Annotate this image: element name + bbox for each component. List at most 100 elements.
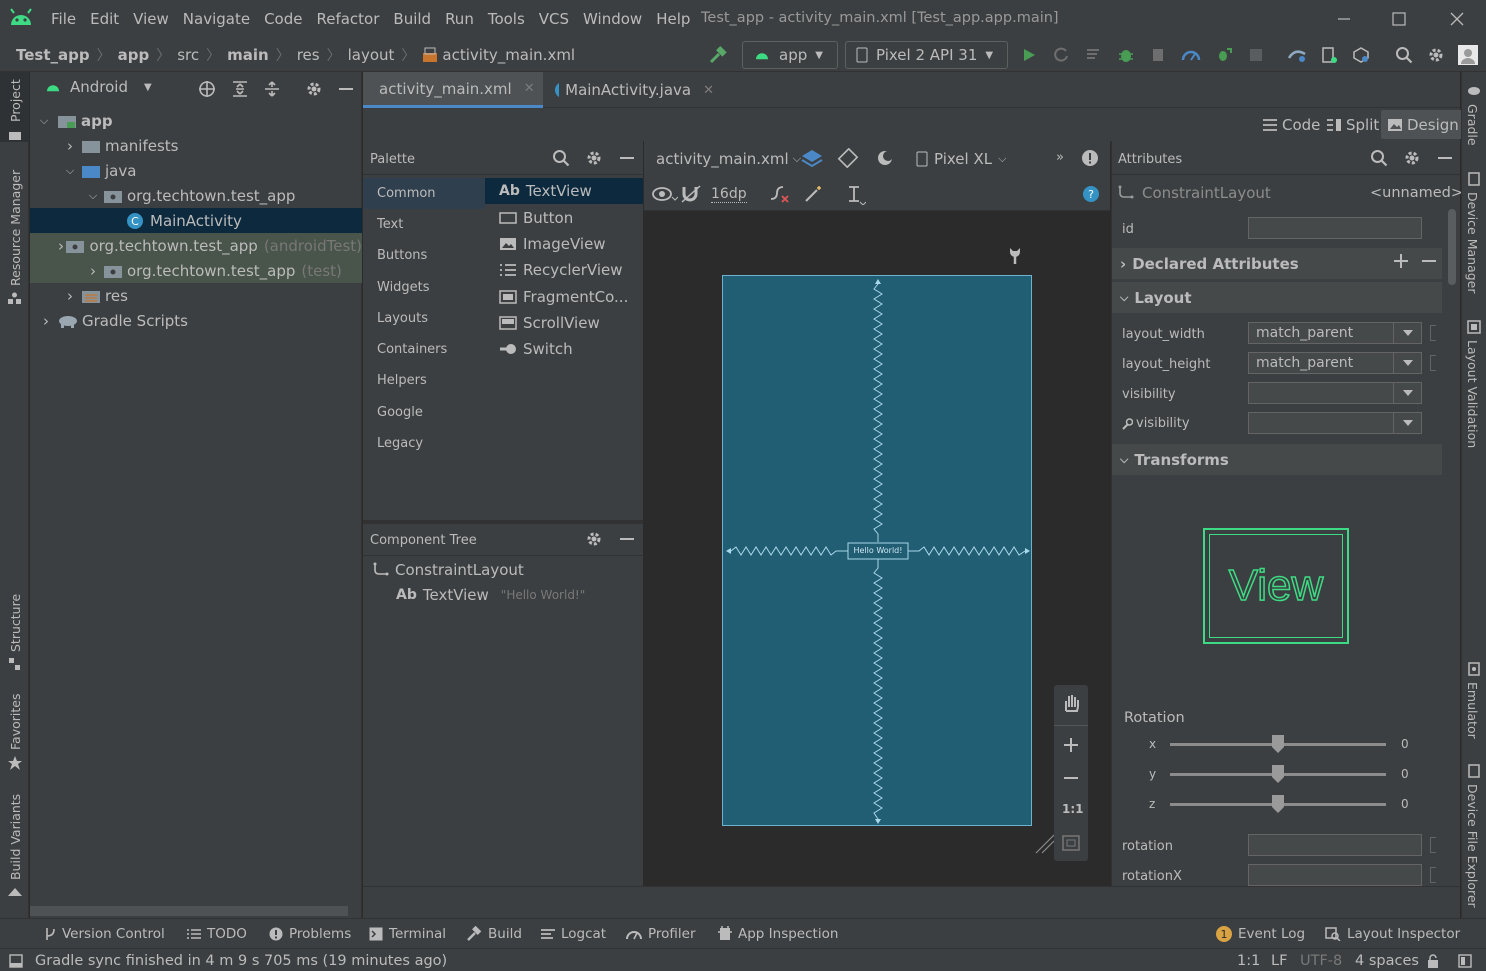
resource-picker-button[interactable] [1430,355,1436,371]
more-actions-icon[interactable]: » [1056,150,1064,165]
preview-device-select[interactable]: Pixel XL ⌵ [916,150,1006,168]
palette-category-helpers[interactable]: Helpers [363,365,485,396]
toggle-tool-windows-icon[interactable] [9,949,23,971]
gear-icon[interactable] [585,530,603,548]
sdk-manager-icon[interactable] [1350,44,1372,66]
memory-indicator-icon[interactable] [1458,949,1472,971]
slider-thumb[interactable] [1271,764,1285,784]
close-tab-icon[interactable]: ✕ [524,81,535,96]
tool-app-inspection[interactable]: App Inspection [718,919,838,949]
gear-icon[interactable] [585,149,603,167]
menu-refactor[interactable]: Refactor [309,0,386,38]
attr-tools-visibility-select[interactable] [1248,412,1422,434]
resource-picker-button[interactable] [1430,325,1436,341]
tree-item-package-test[interactable]: › org.techtown.test_app (test) [30,258,362,283]
device-settings-wrench-icon[interactable] [1008,247,1022,265]
gear-icon[interactable] [1403,149,1421,167]
stripe-device-manager[interactable]: Device Manager [1465,192,1480,294]
project-view-select[interactable]: Android ▼ [44,78,152,96]
tree-item-res[interactable]: › res [30,283,362,308]
attach-debugger-icon[interactable] [1213,44,1235,66]
zoom-in-icon[interactable] [1063,737,1079,753]
layout-file-select[interactable]: activity_main.xml ⌵ [656,150,801,168]
status-message[interactable]: Gradle sync finished in 4 m 9 s 705 ms (… [35,949,447,971]
palette-item-button[interactable]: Button [485,205,643,231]
menu-window[interactable]: Window [576,0,649,38]
palette-item-recyclerview[interactable]: RecyclerView [485,257,643,283]
component-constraintlayout[interactable]: ConstraintLayout [373,561,524,579]
hide-panel-icon[interactable] [337,80,355,98]
device-select[interactable]: Pixel 2 API 31 ▼ [845,41,1008,69]
tree-item-mainactivity[interactable]: C MainActivity [30,208,362,233]
palette-item-fragmentcontainer[interactable]: FragmentCo... [485,284,643,310]
design-mode-button[interactable]: Design [1381,110,1465,139]
menu-file[interactable]: File [44,0,83,38]
stripe-gradle[interactable]: Gradle [1465,104,1480,146]
search-icon[interactable] [1393,44,1415,66]
palette-category-layouts[interactable]: Layouts [363,303,485,334]
maximize-button[interactable] [1372,0,1426,38]
close-tab-icon[interactable]: ✕ [703,83,714,98]
tool-build[interactable]: Build [466,919,522,949]
profile-icon[interactable] [1180,44,1202,66]
tree-item-manifests[interactable]: › manifests [30,133,362,158]
stripe-build-variants[interactable]: Build Variants [8,794,23,880]
menu-vcs[interactable]: VCS [532,0,576,38]
tool-logcat[interactable]: Logcat [541,919,606,949]
stripe-resource-manager[interactable]: Resource Manager [8,170,23,286]
device-blueprint[interactable]: Hello World! [722,275,1032,826]
expand-all-icon[interactable] [231,80,249,98]
code-mode-button[interactable]: Code [1256,110,1326,139]
tab-mainactivity-java[interactable]: C MainActivity.java ✕ [544,72,724,108]
tree-item-app[interactable]: ⌵ app [30,108,362,133]
locate-target-icon[interactable] [198,80,216,98]
debug-icon[interactable] [1115,44,1137,66]
hide-panel-icon[interactable] [618,149,636,167]
orientation-icon[interactable] [837,148,859,168]
breadcrumb-item[interactable]: main [227,46,269,64]
palette-item-imageview[interactable]: ImageView [485,231,643,257]
view-options-eye-icon[interactable] [652,185,678,203]
tool-event-log[interactable]: 1 Event Log [1216,919,1305,949]
apply-code-changes-icon[interactable] [1083,44,1105,66]
close-window-button[interactable] [1430,0,1484,38]
read-only-lock-icon[interactable] [1426,949,1440,971]
resource-picker-button[interactable] [1430,867,1436,883]
split-mode-button[interactable]: Split [1320,110,1385,139]
zoom-out-icon[interactable] [1063,770,1079,786]
clear-constraints-icon[interactable] [769,185,791,203]
sync-gradle-icon[interactable] [1286,44,1308,66]
attr-visibility-select[interactable] [1248,382,1422,404]
menu-code[interactable]: Code [257,0,309,38]
search-icon[interactable] [552,149,570,167]
palette-category-legacy[interactable]: Legacy [363,428,485,459]
menu-edit[interactable]: Edit [83,0,126,38]
stripe-emulator[interactable]: Emulator [1465,682,1480,739]
minimize-button[interactable] [1317,0,1371,38]
palette-item-scrollview[interactable]: ScrollView [485,310,643,336]
hide-panel-icon[interactable] [1436,149,1454,167]
design-surface[interactable]: Hello World! 1:1 [644,211,1110,886]
hide-panel-icon[interactable] [618,530,636,548]
palette-item-switch[interactable]: Switch [485,336,643,362]
tool-layout-inspector[interactable]: Layout Inspector [1325,919,1460,949]
tool-todo[interactable]: TODO [187,919,247,949]
palette-category-buttons[interactable]: Buttons [363,240,485,271]
account-avatar-icon[interactable] [1457,44,1479,66]
slider-thumb[interactable] [1271,794,1285,814]
breadcrumb-item[interactable]: res [297,46,320,64]
breadcrumb-item[interactable]: src [177,46,199,64]
autoconnect-magnet-icon[interactable] [681,185,701,203]
avd-manager-icon[interactable] [1318,44,1340,66]
pan-hand-icon[interactable] [1061,693,1081,713]
tree-item-gradle-scripts[interactable]: › Gradle Scripts [30,308,362,333]
design-blueprint-layers-icon[interactable] [801,148,823,168]
gear-icon[interactable] [305,80,323,98]
menu-help[interactable]: Help [649,0,697,38]
slider-thumb[interactable] [1271,734,1285,754]
stripe-structure[interactable]: Structure [8,594,23,652]
settings-gear-icon[interactable] [1425,44,1447,66]
make-project-hammer-icon[interactable] [707,44,729,66]
breadcrumb-item[interactable]: app [118,46,150,64]
tab-activity-main-xml[interactable]: activity_main.xml ✕ [363,72,543,108]
